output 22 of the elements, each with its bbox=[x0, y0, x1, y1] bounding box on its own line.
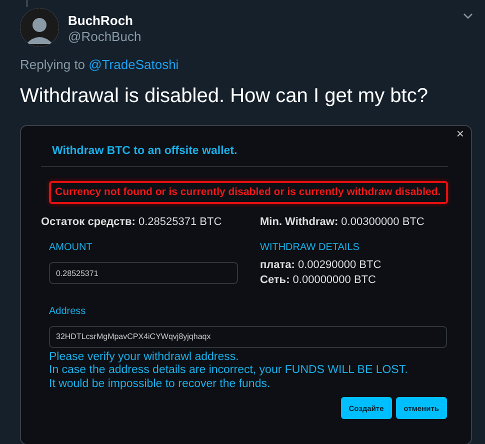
dialog-title: Withdraw BTC to an offsite wallet. bbox=[41, 126, 448, 167]
user-handle[interactable]: @RochBuch bbox=[68, 29, 142, 45]
warning-text: In case the address details are incorrect, your FUNDS WILL BE LOST. bbox=[49, 364, 409, 378]
avatar[interactable] bbox=[20, 8, 59, 47]
fee-text: плата: 0.00290000 BTC bbox=[260, 258, 382, 274]
address-input[interactable]: 32HDTLcsrMgMpavCPX4iCYWqvj8yjqhaqx bbox=[49, 326, 447, 348]
display-name[interactable]: BuchRoch bbox=[68, 13, 142, 29]
warning-text: It would be impossible to recover the funds. bbox=[49, 378, 272, 392]
balance-text: Остаток средств: 0.28525371 BTC bbox=[41, 216, 222, 228]
withdraw-details-label: WITHDRAW DETAILS bbox=[260, 242, 360, 254]
warning-text: Please verify your withdrawl address. bbox=[49, 350, 240, 364]
fee-text: Сеть: 0.00000000 BTC bbox=[260, 273, 377, 288]
close-button[interactable]: × bbox=[456, 126, 464, 142]
amount-label: AMOUNT bbox=[49, 242, 94, 254]
address-label: Address bbox=[49, 306, 87, 319]
chevron-down-icon[interactable] bbox=[463, 13, 473, 19]
min-withdraw-text: Min. Withdraw: 0.00300000 BTC bbox=[260, 216, 424, 228]
mention-link[interactable]: @TradeSatoshi bbox=[88, 57, 179, 72]
error-message: Currency not found or is currently disabled or is currently withdraw disabled. bbox=[49, 180, 448, 204]
amount-input[interactable]: 0.28525371 bbox=[49, 262, 238, 284]
replying-to-text: Replying to @TradeSatoshi bbox=[20, 56, 180, 74]
tweet-text: Withdrawal is disabled. How can I get my btc? bbox=[20, 84, 429, 108]
